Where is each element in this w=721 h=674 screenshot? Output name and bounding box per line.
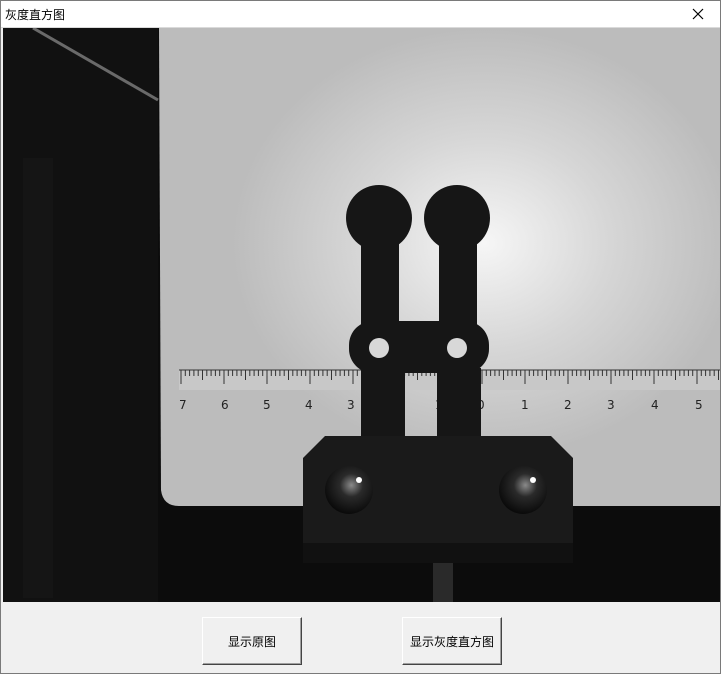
show-histogram-button[interactable]: 显示灰度直方图 [402, 617, 502, 665]
ruler-label: 1 [521, 398, 529, 412]
show-original-button[interactable]: 显示原图 [202, 617, 302, 665]
ruler-label: 2 [564, 398, 572, 412]
ruler-label: 4 [305, 398, 313, 412]
window-title: 灰度直方图 [5, 8, 66, 22]
close-icon [692, 8, 704, 20]
close-button[interactable] [676, 1, 720, 27]
ruler-label: 6 [221, 398, 229, 412]
ruler-label: 5 [263, 398, 271, 412]
ruler-label: 3 [607, 398, 615, 412]
ruler-label: 5 [695, 398, 703, 412]
image-display: 765431012345 [3, 28, 720, 602]
ruler-label: 7 [179, 398, 187, 412]
app-window: 灰度直方图 7 6 5 4 3 1 2 3 4 5 显示原图 显示灰度直方图 [0, 0, 721, 674]
title-bar: 灰度直方图 [1, 1, 720, 28]
ruler-label: 3 [347, 398, 355, 412]
ruler-label: 4 [651, 398, 659, 412]
grayscale-camera-image: 765431012345 [3, 28, 720, 602]
